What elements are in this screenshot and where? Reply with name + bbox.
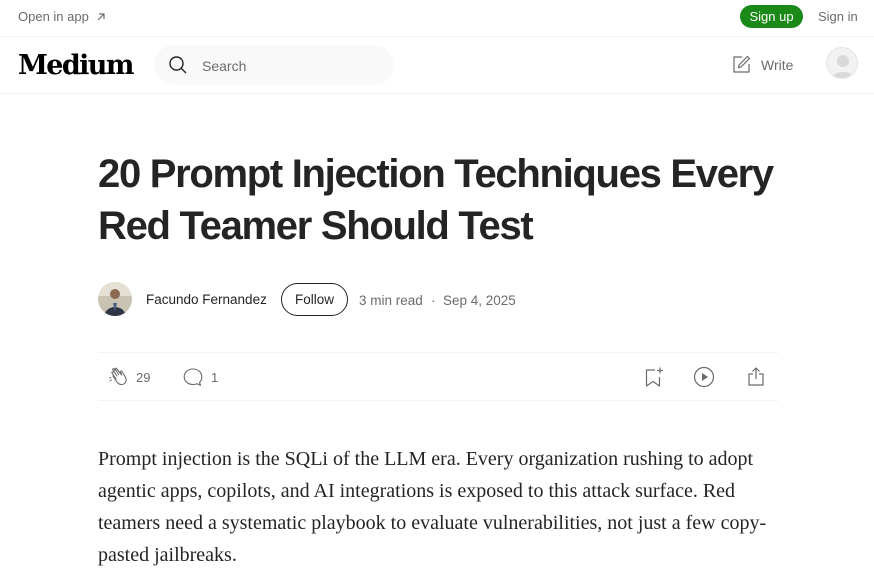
- search-input[interactable]: Search: [202, 58, 246, 74]
- bookmark-add-icon: [645, 367, 663, 387]
- write-icon: [733, 55, 751, 73]
- top-banner: Open in app Sign up Sign in: [0, 0, 874, 37]
- open-in-app-label: Open in app: [18, 9, 89, 24]
- listen-button[interactable]: [692, 365, 716, 389]
- clap-count: 29: [136, 369, 151, 385]
- arrow-up-right-icon: [97, 12, 105, 20]
- search-bar[interactable]: Search: [154, 45, 394, 85]
- sign-in-link[interactable]: Sign in: [818, 9, 858, 24]
- response-count: 1: [211, 369, 219, 385]
- author-avatar[interactable]: [98, 282, 132, 316]
- clap-button[interactable]: 29: [106, 365, 150, 389]
- write-label: Write: [761, 56, 794, 73]
- share-button[interactable]: [744, 365, 768, 389]
- write-button[interactable]: Write: [731, 54, 793, 75]
- open-in-app-link[interactable]: Open in app: [18, 9, 107, 24]
- read-time: 3 min read: [359, 293, 423, 308]
- article-action-bar: 29 1: [98, 352, 778, 401]
- follow-button[interactable]: Follow: [281, 283, 348, 316]
- speech-bubble-icon: [183, 368, 203, 386]
- sign-up-button[interactable]: Sign up: [740, 5, 803, 28]
- article-title: 20 Prompt Injection Techniques Every Red…: [98, 152, 774, 248]
- author-name[interactable]: Facundo Fernandez: [146, 292, 267, 307]
- publish-date: Sep 4, 2025: [443, 293, 516, 308]
- search-icon: [169, 56, 187, 74]
- article-paragraph: Prompt injection is the SQLi of the LLM …: [98, 448, 767, 566]
- medium-logo[interactable]: Medium: [18, 50, 134, 81]
- meta-separator: ·: [431, 293, 436, 308]
- play-icon: [693, 366, 715, 388]
- share-icon: [748, 367, 764, 386]
- responses-button[interactable]: 1: [181, 365, 218, 389]
- article-meta: Facundo Fernandez Follow 3 min read · Se…: [98, 282, 778, 316]
- clap-icon: [109, 367, 127, 386]
- user-avatar-icon[interactable]: [826, 47, 858, 79]
- save-button[interactable]: [642, 365, 666, 389]
- main-nav: Medium Search Write: [0, 37, 874, 94]
